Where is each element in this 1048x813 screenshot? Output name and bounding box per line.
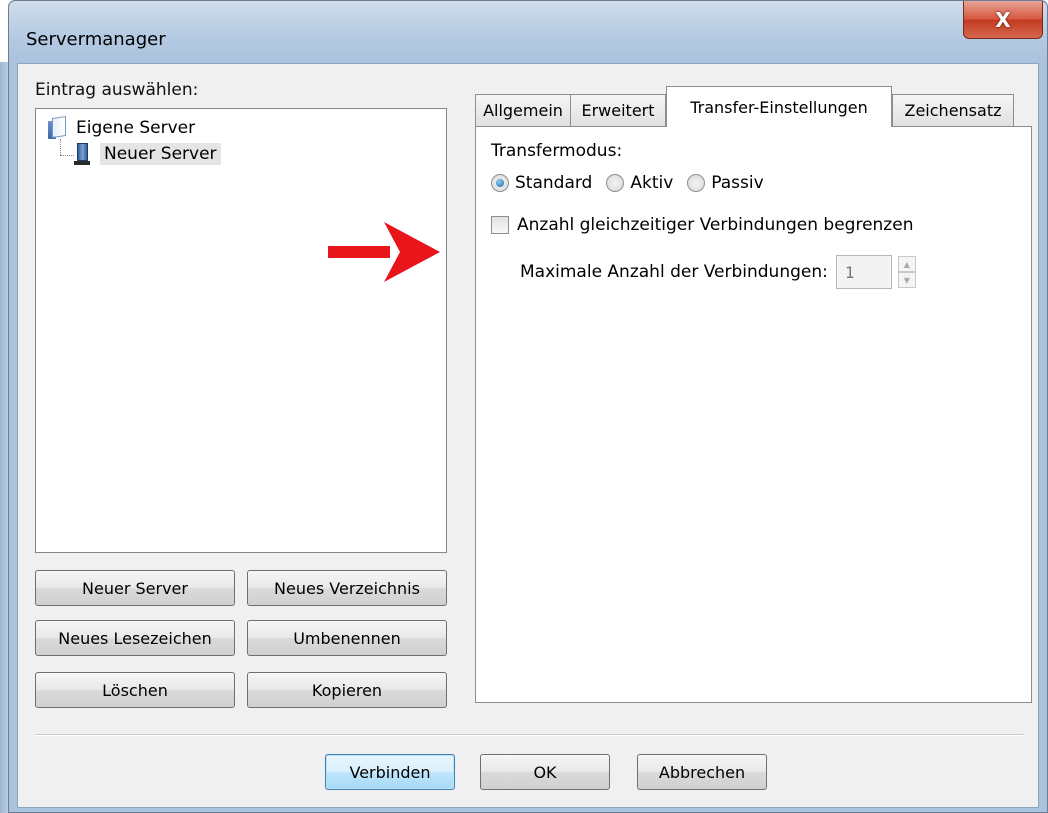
radio-label: Passiv [711,173,764,193]
server-icon [74,143,90,165]
close-icon: X [995,7,1011,32]
servermanager-window: Servermanager X Eintrag auswählen: Eigen… [8,0,1048,813]
ok-button[interactable]: OK [480,754,610,790]
tab-advanced[interactable]: Erweitert [570,94,666,126]
radio-label: Standard [515,173,593,193]
arrow-shaft [328,246,390,258]
rename-button[interactable]: Umbenennen [247,620,447,656]
radio-active[interactable]: Aktiv [606,173,673,193]
transfer-mode-group: Standard Aktiv Passiv [491,173,778,193]
arrow-head [384,222,440,282]
red-arrow-annotation [328,222,440,282]
tree-item-new-server[interactable]: Neuer Server [74,143,221,165]
radio-label: Aktiv [630,173,674,193]
new-server-button[interactable]: Neuer Server [35,570,235,606]
copy-button[interactable]: Kopieren [247,672,447,708]
transfer-settings-panel: Transfermodus: Standard Aktiv Passiv Anz… [475,126,1032,703]
folder-icon [48,116,68,139]
tree-connector-line [60,139,61,155]
cancel-button[interactable]: Abbrechen [637,754,767,790]
tree-item-label: Neuer Server [100,143,221,165]
radio-passive[interactable]: Passiv [687,173,764,193]
limit-connections-label: Anzahl gleichzeitiger Verbindungen begre… [517,215,914,235]
connect-button[interactable]: Verbinden [325,754,455,790]
window-title: Servermanager [26,29,166,50]
tree-connector-line [60,155,74,156]
max-connections-input[interactable]: 1 [835,255,892,289]
tab-transfer-settings[interactable]: Transfer-Einstellungen [666,86,892,127]
footer-separator [35,734,1023,736]
settings-tabs: Allgemein Erweitert Transfer-Einstellung… [467,84,1032,704]
spin-down-icon[interactable]: ▼ [897,272,916,288]
radio-button-checked[interactable] [491,174,509,192]
tree-item-label: Eigene Server [76,118,196,138]
max-connections-spinner: ▲ ▼ [897,256,916,288]
tab-general[interactable]: Allgemein [475,94,571,126]
limit-connections-checkbox[interactable] [491,216,509,234]
title-bar: Servermanager X [9,1,1047,63]
radio-standard[interactable]: Standard [491,173,592,193]
close-button[interactable]: X [963,1,1043,39]
delete-button[interactable]: Löschen [35,672,235,708]
max-connections-row: Maximale Anzahl der Verbindungen: 1 ▲ ▼ [520,255,916,289]
new-folder-button[interactable]: Neues Verzeichnis [247,570,447,606]
tree-item-own-servers[interactable]: Eigene Server [48,116,196,139]
spin-up-icon[interactable]: ▲ [897,256,916,272]
tab-charset[interactable]: Zeichensatz [892,94,1014,126]
new-bookmark-button[interactable]: Neues Lesezeichen [35,620,235,656]
radio-button[interactable] [687,174,706,192]
dialog-client-area: Eintrag auswählen: Eigene Server Neuer S… [17,63,1039,808]
transfer-mode-label: Transfermodus: [491,141,623,161]
limit-connections-option[interactable]: Anzahl gleichzeitiger Verbindungen begre… [491,215,913,235]
radio-button[interactable] [606,174,625,192]
max-connections-label: Maximale Anzahl der Verbindungen: [520,262,828,282]
server-tree[interactable]: Eigene Server Neuer Server [35,108,447,553]
select-entry-label: Eintrag auswählen: [35,80,199,100]
window-left-edge [0,62,8,813]
